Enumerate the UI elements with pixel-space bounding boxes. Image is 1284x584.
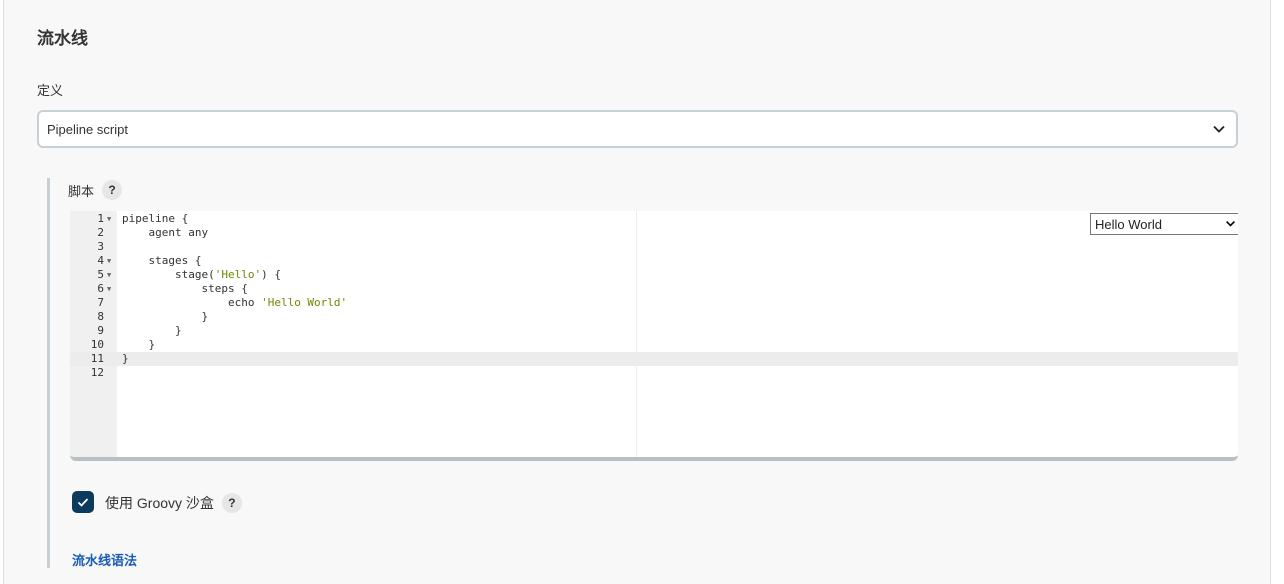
line-number: 6 bbox=[97, 282, 104, 295]
code-line[interactable]: 1 ▼ pipeline { bbox=[70, 212, 1238, 226]
code-line[interactable]: 9 } bbox=[70, 324, 1238, 338]
code-text: stages { bbox=[122, 254, 202, 267]
help-icon[interactable]: ? bbox=[102, 180, 123, 200]
pipeline-syntax-link[interactable]: 流水线语法 bbox=[72, 550, 137, 569]
code-line[interactable]: 2 agent any bbox=[70, 226, 1238, 240]
code-line[interactable]: 4 ▼ stages { bbox=[70, 254, 1238, 268]
code-line[interactable]: 5 ▼ stage('Hello') { bbox=[70, 268, 1238, 282]
definition-value: Pipeline script bbox=[47, 122, 128, 137]
line-number: 11 bbox=[90, 352, 104, 365]
script-label-row: 脚本 ? bbox=[68, 180, 123, 200]
code-line[interactable]: 12 bbox=[70, 366, 1238, 380]
code-text: agent any bbox=[122, 226, 209, 239]
code-text: } bbox=[122, 324, 182, 337]
code-line[interactable]: 10 } bbox=[70, 338, 1238, 352]
line-number: 1 bbox=[97, 212, 104, 225]
chevron-down-icon bbox=[1213, 125, 1225, 133]
fold-arrow-icon[interactable]: ▼ bbox=[107, 268, 111, 282]
chevron-down-icon bbox=[1226, 220, 1235, 227]
code-text: } bbox=[122, 352, 129, 365]
help-icon[interactable]: ? bbox=[221, 493, 242, 513]
code-text: stage('Hello') { bbox=[122, 268, 281, 281]
sample-script-value: Hello World bbox=[1095, 217, 1162, 232]
line-number: 7 bbox=[97, 296, 104, 309]
script-label: 脚本 bbox=[68, 183, 95, 199]
sample-script-select[interactable]: Hello World bbox=[1090, 213, 1238, 235]
fold-arrow-icon[interactable]: ▼ bbox=[107, 282, 111, 296]
nested-section-bar bbox=[47, 178, 50, 568]
code-line[interactable]: 6 ▼ steps { bbox=[70, 282, 1238, 296]
line-number: 9 bbox=[97, 324, 104, 337]
code-text: steps { bbox=[122, 282, 248, 295]
check-icon bbox=[77, 498, 89, 507]
sandbox-label: 使用 Groovy 沙盒 bbox=[105, 495, 214, 511]
code-text: pipeline { bbox=[122, 212, 189, 225]
code-line[interactable]: 7 echo 'Hello World' bbox=[70, 296, 1238, 310]
code-line[interactable]: 8 } bbox=[70, 310, 1238, 324]
code-text: } bbox=[122, 338, 156, 351]
definition-select[interactable]: Pipeline script bbox=[37, 110, 1238, 148]
groovy-sandbox-checkbox[interactable] bbox=[72, 491, 94, 513]
fold-arrow-icon[interactable]: ▼ bbox=[107, 212, 111, 226]
code-text: } bbox=[122, 310, 209, 323]
line-number: 5 bbox=[97, 268, 104, 281]
definition-label: 定义 bbox=[37, 83, 64, 98]
line-number: 8 bbox=[97, 310, 104, 323]
line-number: 4 bbox=[97, 254, 104, 267]
line-number: 12 bbox=[90, 366, 104, 379]
fold-arrow-icon[interactable]: ▼ bbox=[107, 254, 111, 268]
line-number: 10 bbox=[90, 338, 104, 351]
script-editor[interactable]: 1 ▼ pipeline {2 agent any 3 4 ▼ stages {5 ▼ st… bbox=[70, 211, 1238, 461]
code-line[interactable]: 3 bbox=[70, 240, 1238, 254]
code-text: echo 'Hello World' bbox=[122, 296, 348, 309]
line-number: 3 bbox=[97, 240, 104, 253]
pipeline-panel: 流水线 定义 Pipeline script 脚本 ? 1 ▼ pipeline {… bbox=[3, 0, 1271, 584]
code-line[interactable]: 11} bbox=[70, 352, 1238, 366]
section-title: 流水线 bbox=[37, 29, 88, 48]
line-number: 2 bbox=[97, 226, 104, 239]
sandbox-label-row: 使用 Groovy 沙盒 ? bbox=[105, 493, 242, 513]
